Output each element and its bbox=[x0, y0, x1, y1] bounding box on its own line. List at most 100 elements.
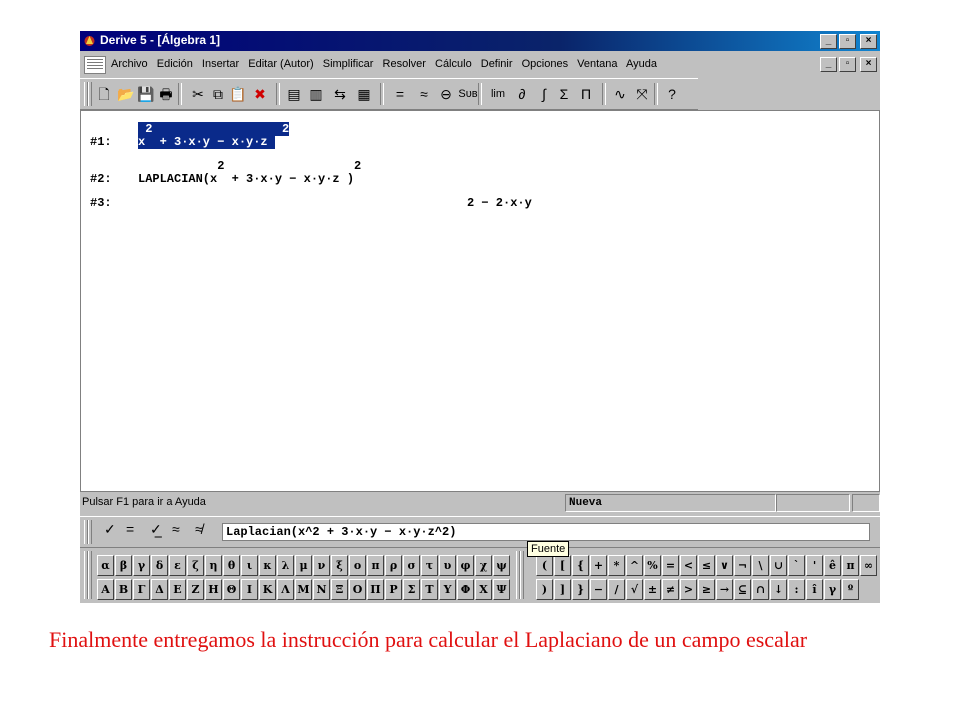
palette-symbol-button[interactable]: ι bbox=[241, 555, 258, 576]
palette-symbol-button[interactable]: ¬ bbox=[734, 555, 751, 576]
sum-icon[interactable]: Σ bbox=[554, 83, 574, 105]
product-icon[interactable]: Π bbox=[576, 83, 596, 105]
approximate-icon[interactable]: ≈ bbox=[414, 83, 434, 105]
palette-symbol-button[interactable]: σ bbox=[403, 555, 420, 576]
palette-symbol-button[interactable]: ( bbox=[536, 555, 553, 576]
palette-symbol-button[interactable]: μ bbox=[295, 555, 312, 576]
palette-symbol-button[interactable]: ζ bbox=[187, 555, 204, 576]
palette-symbol-button[interactable]: φ bbox=[457, 555, 474, 576]
palette-symbol-button[interactable]: Ψ bbox=[493, 579, 510, 600]
palette-symbol-button[interactable]: \ bbox=[752, 555, 769, 576]
plot-2d-icon[interactable]: ∿ bbox=[610, 83, 630, 105]
palette-symbol-button[interactable]: ∪ bbox=[770, 555, 787, 576]
palette-symbol-button[interactable]: τ bbox=[421, 555, 438, 576]
menu-ayuda[interactable]: Ayuda bbox=[626, 58, 657, 70]
palette-symbol-button[interactable]: Υ bbox=[439, 579, 456, 600]
palette-symbol-button[interactable]: ≤ bbox=[698, 555, 715, 576]
palette-symbol-button[interactable]: ∩ bbox=[752, 579, 769, 600]
palette-symbol-button[interactable]: º bbox=[842, 579, 859, 600]
expression-input[interactable] bbox=[222, 523, 870, 541]
palette-symbol-button[interactable]: Ο bbox=[349, 579, 366, 600]
palette-symbol-button[interactable]: + bbox=[590, 555, 607, 576]
palette-symbol-button[interactable]: ^ bbox=[626, 555, 643, 576]
close-button[interactable]: × bbox=[860, 34, 877, 49]
maximize-button[interactable]: ▫ bbox=[839, 34, 856, 49]
cut-icon[interactable]: ✂ bbox=[188, 83, 208, 105]
palette-symbol-button[interactable]: √ bbox=[626, 579, 643, 600]
palette-symbol-button[interactable]: * bbox=[608, 555, 625, 576]
palette-symbol-button[interactable]: γ bbox=[824, 579, 841, 600]
palette-symbol-button[interactable]: Ξ bbox=[331, 579, 348, 600]
palette-symbol-button[interactable]: δ bbox=[151, 555, 168, 576]
palette-symbol-button[interactable]: / bbox=[608, 579, 625, 600]
solve-icon[interactable]: ⊖ bbox=[436, 83, 456, 105]
limit-icon[interactable]: lim bbox=[486, 83, 510, 105]
menu-archivo[interactable]: Archivo bbox=[111, 58, 148, 70]
palette-symbol-button[interactable]: Χ bbox=[475, 579, 492, 600]
document-icon[interactable] bbox=[84, 56, 106, 74]
paste-icon[interactable]: 📋 bbox=[228, 83, 248, 105]
insert-note-icon[interactable]: ▥ bbox=[306, 83, 326, 105]
palette-symbol-button[interactable]: Ε bbox=[169, 579, 186, 600]
palette-symbol-button[interactable]: } bbox=[572, 579, 589, 600]
palette-symbol-button[interactable]: ⊆ bbox=[734, 579, 751, 600]
save-icon[interactable]: 💾 bbox=[136, 83, 156, 105]
palette-symbol-button[interactable]: Η bbox=[205, 579, 222, 600]
palette-symbol-button[interactable]: Ρ bbox=[385, 579, 402, 600]
palette-symbol-button[interactable]: > bbox=[680, 579, 697, 600]
palette-symbol-button[interactable]: [ bbox=[554, 555, 571, 576]
palette-symbol-button[interactable]: Β bbox=[115, 579, 132, 600]
palette-symbol-button[interactable]: ν bbox=[313, 555, 330, 576]
palette-symbol-button[interactable]: ∞ bbox=[860, 555, 877, 576]
palette-symbol-button[interactable]: β bbox=[115, 555, 132, 576]
toolbar-grip[interactable] bbox=[88, 82, 92, 106]
palette-symbol-button[interactable]: Μ bbox=[295, 579, 312, 600]
integral-icon[interactable]: ∫ bbox=[534, 83, 554, 105]
palette-symbol-button[interactable]: π bbox=[842, 555, 859, 576]
doc-close-button[interactable]: × bbox=[860, 57, 877, 72]
approx-check-icon[interactable]: ≉ bbox=[195, 521, 203, 537]
palette-grip[interactable] bbox=[88, 551, 92, 599]
palette-symbol-button[interactable]: χ bbox=[475, 555, 492, 576]
palette-symbol-button[interactable]: ) bbox=[536, 579, 553, 600]
palette-symbol-button[interactable]: Τ bbox=[421, 579, 438, 600]
palette-symbol-button[interactable]: α bbox=[97, 555, 114, 576]
palette-symbol-button[interactable]: π bbox=[367, 555, 384, 576]
menu-edicion[interactable]: Edición bbox=[157, 58, 193, 70]
minimize-button[interactable]: _ bbox=[820, 34, 837, 49]
palette-symbol-button[interactable]: λ bbox=[277, 555, 294, 576]
palette-symbol-button[interactable]: ∨ bbox=[716, 555, 733, 576]
approx-icon[interactable]: ≈ bbox=[172, 521, 180, 537]
insert-text-icon[interactable]: ▤ bbox=[284, 83, 304, 105]
palette-symbol-button[interactable]: κ bbox=[259, 555, 276, 576]
equals-icon[interactable]: = bbox=[126, 521, 134, 537]
print-icon[interactable]: 🖶 bbox=[156, 83, 176, 105]
palette-symbol-button[interactable]: ] bbox=[554, 579, 571, 600]
delete-icon[interactable]: ✖ bbox=[250, 83, 270, 105]
simplify-icon[interactable]: = bbox=[390, 83, 410, 105]
check-underlined-icon[interactable]: ✓̲ bbox=[150, 521, 162, 538]
palette-symbol-button[interactable]: Κ bbox=[259, 579, 276, 600]
palette-symbol-button[interactable]: η bbox=[205, 555, 222, 576]
palette-symbol-button[interactable]: ≠ bbox=[662, 579, 679, 600]
doc-minimize-button[interactable]: _ bbox=[820, 57, 837, 72]
palette-symbol-button[interactable]: ê bbox=[824, 555, 841, 576]
menu-simplificar[interactable]: Simplificar bbox=[323, 58, 374, 70]
palette-symbol-button[interactable]: < bbox=[680, 555, 697, 576]
palette-symbol-button[interactable]: = bbox=[662, 555, 679, 576]
palette-symbol-button[interactable]: Γ bbox=[133, 579, 150, 600]
new-icon[interactable]: 🗋 bbox=[94, 83, 114, 105]
palette-symbol-button[interactable]: % bbox=[644, 555, 661, 576]
matrix-icon[interactable]: ▦ bbox=[354, 83, 374, 105]
palette-symbol-button[interactable]: { bbox=[572, 555, 589, 576]
palette-symbol-button[interactable]: : bbox=[788, 579, 805, 600]
menu-ventana[interactable]: Ventana bbox=[577, 58, 617, 70]
palette-grip[interactable] bbox=[520, 551, 524, 599]
expression-1[interactable]: x + 3·x·y − x·y·z bbox=[138, 135, 275, 149]
palette-symbol-button[interactable]: ε bbox=[169, 555, 186, 576]
palette-symbol-button[interactable]: Ζ bbox=[187, 579, 204, 600]
menu-resolver[interactable]: Resolver bbox=[383, 58, 426, 70]
palette-symbol-button[interactable]: ο bbox=[349, 555, 366, 576]
expression-3[interactable]: 2 − 2·x·y bbox=[467, 196, 532, 210]
palette-symbol-button[interactable]: ρ bbox=[385, 555, 402, 576]
